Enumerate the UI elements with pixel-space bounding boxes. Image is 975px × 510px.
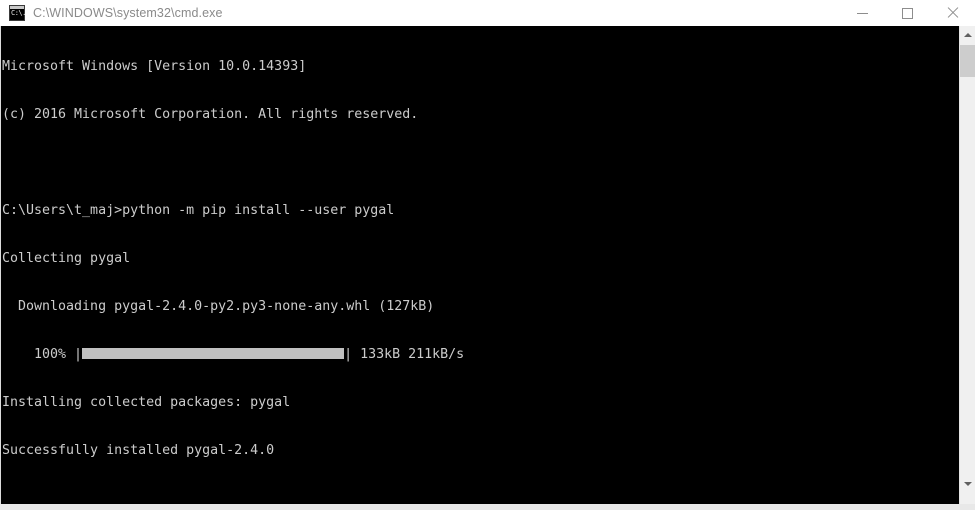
minimize-button[interactable] xyxy=(840,0,885,26)
progress-bar-end: | xyxy=(344,347,353,362)
window-bottom-border xyxy=(0,504,975,510)
scroll-down-button[interactable] xyxy=(960,475,975,492)
scroll-down-arrow-icon xyxy=(963,481,972,486)
window-left-border xyxy=(0,26,1,510)
console-line: Successfully installed pygal-2.4.0 xyxy=(2,443,275,458)
scroll-up-arrow-icon xyxy=(963,32,972,37)
progress-stats: 133kB 211kB/s xyxy=(352,347,465,362)
cmd-window: C:\. C:\WINDOWS\system32\cmd.exe Microso… xyxy=(0,0,975,510)
console-line: Microsoft Windows [Version 10.0.14393] xyxy=(2,59,307,74)
maximize-button[interactable] xyxy=(885,0,930,26)
minimize-icon xyxy=(857,12,868,14)
console-progress-line: 100% | | 133kB 211kB/s xyxy=(2,347,464,363)
console-line: Collecting pygal xyxy=(2,251,131,266)
scrollbar-thumb[interactable] xyxy=(960,45,975,77)
window-controls xyxy=(840,0,975,26)
console-line: (c) 2016 Microsoft Corporation. All righ… xyxy=(2,107,419,122)
scroll-up-button[interactable] xyxy=(960,26,975,43)
window-title: C:\WINDOWS\system32\cmd.exe xyxy=(33,6,223,20)
console-line: Installing collected packages: pygal xyxy=(2,395,291,410)
maximize-icon xyxy=(902,7,913,19)
progress-percent-label: 100% | xyxy=(2,347,83,362)
console-command-line: C:\Users\t_maj>python -m pip install --u… xyxy=(2,203,395,218)
close-icon xyxy=(947,7,959,19)
vertical-scrollbar[interactable] xyxy=(959,26,975,510)
progress-bar-fill xyxy=(82,348,345,359)
title-bar[interactable]: C:\. C:\WINDOWS\system32\cmd.exe xyxy=(0,0,975,26)
close-button[interactable] xyxy=(930,0,975,26)
console-text-block: Microsoft Windows [Version 10.0.14393] (… xyxy=(2,27,464,505)
console-line: Downloading pygal-2.4.0-py2.py3-none-any… xyxy=(2,299,435,314)
console-output-area[interactable]: Microsoft Windows [Version 10.0.14393] (… xyxy=(1,26,959,505)
cmd-console-icon: C:\. xyxy=(9,5,26,21)
icon-prompt-glyph: C:\. xyxy=(11,9,26,17)
